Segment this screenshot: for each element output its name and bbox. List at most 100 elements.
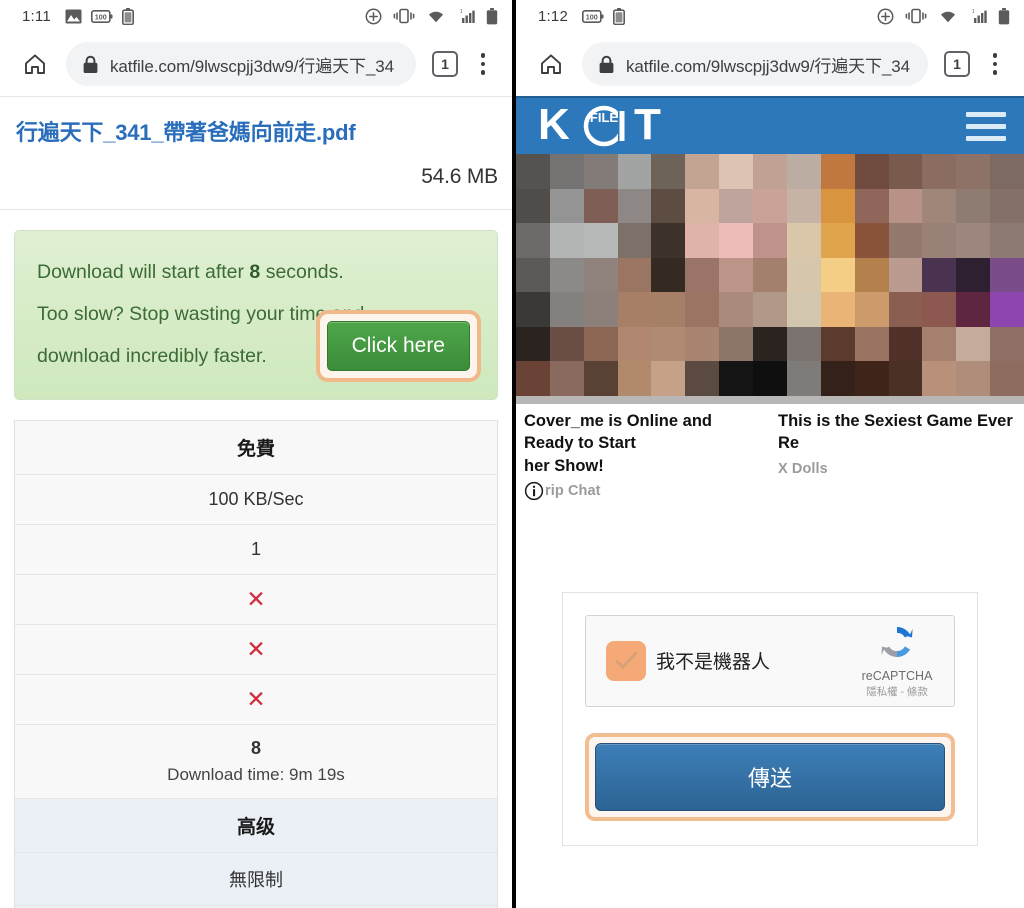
notice-line1-pre: Download will start after <box>37 260 250 283</box>
svg-text:1: 1 <box>460 9 463 15</box>
dnd-icon <box>877 8 894 24</box>
mosaic-block <box>820 188 855 224</box>
cross-icon: ✕ <box>246 685 266 712</box>
home-icon <box>25 54 45 74</box>
mosaic-block <box>617 292 652 327</box>
mosaic-block <box>549 361 584 396</box>
mosaic-block <box>786 257 821 293</box>
mosaic-block <box>753 223 787 258</box>
mosaic-block <box>651 223 686 258</box>
premium-speed: 無限制 <box>229 869 283 890</box>
mosaic-block <box>516 154 550 189</box>
home-button[interactable] <box>530 43 572 85</box>
mosaic-block <box>719 223 754 258</box>
mosaic-block <box>820 361 855 396</box>
mosaic-block <box>753 292 787 327</box>
recaptcha-name: reCAPTCHA <box>861 669 933 684</box>
mosaic-block <box>651 257 686 293</box>
svg-text:1: 1 <box>972 9 975 15</box>
mosaic-block <box>753 154 787 189</box>
notice-line3: download incredibly faster. <box>37 344 267 367</box>
svg-text:K: K <box>538 103 570 149</box>
info-icon[interactable] <box>524 481 544 501</box>
plan-connections: 1 <box>250 538 261 559</box>
mosaic-block <box>617 257 652 293</box>
status-time: 1:11 <box>22 7 51 25</box>
censored-ad-image[interactable] <box>516 154 1024 404</box>
battery-100-icon: 100 <box>582 9 604 23</box>
mosaic-block <box>617 223 652 258</box>
mosaic-block <box>786 361 821 396</box>
plan-wait-seconds: 8 <box>250 737 261 758</box>
mosaic-block <box>956 361 991 396</box>
plan-comparison-table: 免費 100 KB/Sec 1 ✕ ✕ ✕ 8 Download time: 9… <box>14 419 498 908</box>
recaptcha-widget[interactable]: 我不是機器人 reCAPTCHA 隱私權 - 條款 <box>585 614 955 707</box>
svg-text:100: 100 <box>586 12 598 21</box>
ad-brand: rip Chat <box>545 482 601 499</box>
mosaic-block <box>516 188 550 224</box>
status-right-icons: 1 <box>877 7 1010 25</box>
ad-text-row: Cover_me is Online and Ready to Start he… <box>516 404 1024 502</box>
recaptcha-checkbox[interactable] <box>606 640 646 681</box>
table-row: 100 KB/Sec <box>15 474 497 525</box>
tab-switcher-button[interactable]: 1 <box>944 51 970 77</box>
home-button[interactable] <box>14 43 56 85</box>
submit-button[interactable]: 傳送 <box>595 742 945 811</box>
mosaic-block <box>888 223 923 258</box>
mosaic-block <box>719 361 754 396</box>
mosaic-block <box>854 223 889 258</box>
more-vert-icon[interactable] <box>470 47 496 81</box>
ad-item[interactable]: Cover_me is Online and Ready to Start he… <box>516 410 770 502</box>
vibrate-icon <box>393 8 415 24</box>
mosaic-block <box>990 257 1024 293</box>
mosaic-block <box>583 223 618 258</box>
url-bar[interactable]: katfile.com/9lwscpjj3dw9/行遍天下_34 <box>582 42 928 86</box>
more-vert-icon[interactable] <box>982 47 1008 81</box>
table-row: 1 <box>15 524 497 575</box>
mosaic-block <box>719 257 754 293</box>
mosaic-block <box>820 154 855 189</box>
left-browser-toolbar: katfile.com/9lwscpjj3dw9/行遍天下_34 1 <box>0 32 512 96</box>
mosaic-block <box>516 361 550 396</box>
mosaic-block <box>956 257 991 293</box>
mosaic-block <box>549 257 584 293</box>
katfile-logo[interactable]: K FILE T <box>538 103 688 149</box>
mosaic-block <box>685 188 720 224</box>
right-status-bar: 1:12 100 1 <box>516 0 1024 32</box>
dnd-icon <box>365 8 382 24</box>
hamburger-icon[interactable] <box>966 110 1006 142</box>
svg-text:T: T <box>634 103 661 149</box>
mosaic-block <box>753 361 787 396</box>
mosaic-block <box>922 361 957 396</box>
battery-icon <box>486 7 498 24</box>
ad-title: Cover_me is Online and Ready to Start he… <box>524 412 712 475</box>
wifi-icon <box>941 11 955 23</box>
mosaic-block <box>820 326 855 362</box>
left-status-bar: 1:11 100 1 <box>0 0 512 32</box>
mosaic-block <box>922 257 957 293</box>
url-bar[interactable]: katfile.com/9lwscpjj3dw9/行遍天下_34 <box>66 42 416 86</box>
dual-screenshot-page: 1:11 100 1 katfile.com/9lwscpjj3dw9/行遍天下… <box>0 0 1024 908</box>
status-time: 1:12 <box>538 7 568 25</box>
mosaic-block <box>922 326 957 362</box>
recaptcha-legal[interactable]: 隱私權 - 條款 <box>854 684 940 699</box>
mosaic-block <box>719 326 754 362</box>
battery-icon <box>613 7 625 25</box>
tab-switcher-button[interactable]: 1 <box>432 51 458 77</box>
table-row: 無限制 <box>15 852 497 906</box>
table-row: 免費 <box>15 420 497 475</box>
mosaic-block <box>651 292 686 327</box>
mosaic-block <box>651 361 686 396</box>
click-here-button[interactable]: Click here <box>326 320 470 371</box>
ad-item[interactable]: This is the Sexiest Game Ever Re X Dolls <box>770 410 1024 502</box>
file-size: 54.6 MB <box>421 164 498 188</box>
status-left-icons: 100 <box>65 7 134 25</box>
submit-highlight: 傳送 <box>585 732 955 821</box>
cross-icon: ✕ <box>246 585 266 612</box>
mosaic-block <box>854 292 889 327</box>
mosaic-block <box>854 188 889 224</box>
mosaic-block <box>583 326 618 362</box>
plan-name-free: 免費 <box>236 438 275 460</box>
mosaic-block <box>922 154 957 189</box>
mosaic-block <box>888 188 923 224</box>
